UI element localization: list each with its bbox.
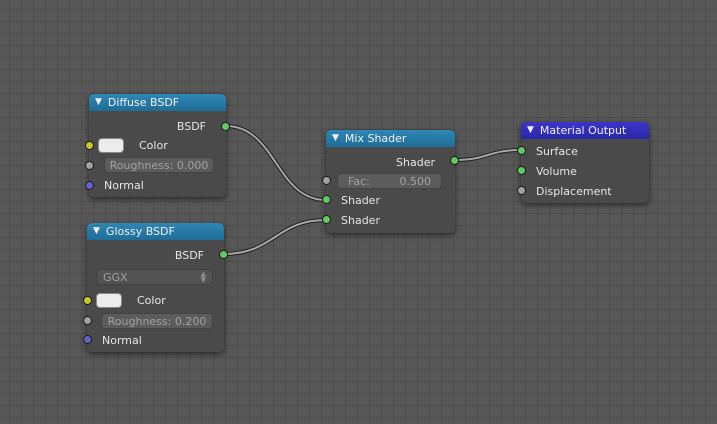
displacement-input-socket[interactable] <box>517 186 526 195</box>
color-input-socket[interactable] <box>85 141 94 150</box>
link-mix-to-output <box>454 148 522 162</box>
glossy-bsdf-node[interactable]: ▼ Glossy BSDF BSDF GGX ▲ ▼ Color Roughnes… <box>83 223 228 352</box>
node-title: Diffuse BSDF <box>107 96 180 109</box>
shader-output-socket[interactable] <box>450 156 459 165</box>
normal-input-socket[interactable] <box>85 181 94 190</box>
fac-label: Fac: <box>348 174 370 188</box>
color-label: Color <box>139 139 168 152</box>
normal-input-socket[interactable] <box>83 335 92 344</box>
triangle-down-icon[interactable]: ▼ <box>93 227 100 236</box>
link-glossy-to-mix <box>223 218 327 256</box>
triangle-down-icon[interactable]: ▼ <box>527 126 534 135</box>
mix-shader-node[interactable]: ▼ Mix Shader Shader Fac: 0.500 Shader Sh… <box>322 130 459 233</box>
volume-input-socket[interactable] <box>517 166 526 175</box>
shader-input-socket-1[interactable] <box>322 195 331 204</box>
color-swatch[interactable] <box>98 138 124 153</box>
surface-label: Surface <box>536 145 578 158</box>
node-header[interactable]: ▼ Mix Shader <box>326 130 455 147</box>
shader-input-label-2: Shader <box>341 214 380 227</box>
fac-slider[interactable]: Fac: 0.500 <box>337 173 442 189</box>
triangle-down-icon[interactable]: ▼ <box>332 134 339 143</box>
color-label: Color <box>137 294 166 307</box>
surface-input-socket[interactable] <box>517 146 526 155</box>
color-input-socket[interactable] <box>83 296 92 305</box>
node-header[interactable]: ▼ Diffuse BSDF <box>89 94 226 111</box>
up-down-arrows-icon: ▲ ▼ <box>200 270 206 284</box>
roughness-input-socket[interactable] <box>83 316 92 325</box>
link-diffuse-to-mix <box>225 124 327 202</box>
bsdf-output-socket[interactable] <box>221 122 230 131</box>
color-swatch[interactable] <box>96 293 122 308</box>
volume-label: Volume <box>536 165 577 178</box>
fac-value: 0.500 <box>399 174 432 188</box>
roughness-slider[interactable]: Roughness: 0.000 <box>104 157 214 173</box>
node-title: Mix Shader <box>344 132 407 145</box>
distribution-dropdown[interactable]: GGX ▲ ▼ <box>96 269 213 285</box>
fac-input-socket[interactable] <box>322 176 331 185</box>
node-header[interactable]: ▼ Glossy BSDF <box>87 223 224 240</box>
node-title: Material Output <box>539 124 627 137</box>
shader-input-socket-2[interactable] <box>322 215 331 224</box>
shader-output-label: Shader <box>396 156 435 169</box>
normal-label: Normal <box>102 334 142 347</box>
triangle-down-icon[interactable]: ▼ <box>95 98 102 107</box>
node-title: Glossy BSDF <box>105 225 175 238</box>
node-header[interactable]: ▼ Material Output <box>521 122 649 139</box>
distribution-value: GGX <box>103 270 128 284</box>
roughness-input-socket[interactable] <box>85 161 94 170</box>
material-output-node[interactable]: ▼ Material Output Surface Volume Displac… <box>517 122 649 203</box>
bsdf-output-label: BSDF <box>174 249 204 262</box>
roughness-slider[interactable]: Roughness: 0.200 <box>101 313 213 329</box>
diffuse-bsdf-node[interactable]: ▼ Diffuse BSDF BSDF Color Roughness: 0.0… <box>85 94 230 197</box>
displacement-label: Displacement <box>536 185 612 198</box>
shader-input-label-1: Shader <box>341 194 380 207</box>
bsdf-output-label: BSDF <box>176 120 206 133</box>
normal-label: Normal <box>104 179 144 192</box>
bsdf-output-socket[interactable] <box>219 250 228 259</box>
